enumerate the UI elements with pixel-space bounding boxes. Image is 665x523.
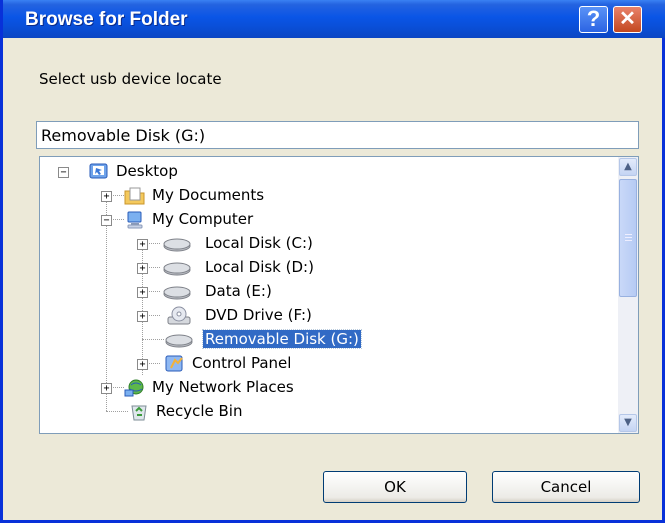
thumb-grip xyxy=(625,240,632,241)
desktop-icon xyxy=(89,163,108,179)
cancel-button[interactable]: Cancel xyxy=(492,471,640,503)
control-panel-icon xyxy=(165,355,183,372)
tree-item-label: My Network Places xyxy=(152,378,294,396)
folder-path-input[interactable] xyxy=(36,121,639,149)
help-button[interactable]: ? xyxy=(579,6,608,33)
scroll-up-button[interactable]: ▲ xyxy=(619,158,637,176)
hard-drive-icon xyxy=(163,286,191,300)
tree-item-my-documents[interactable]: + My Documents xyxy=(96,185,356,209)
title-bar[interactable]: Browse for Folder ? ✕ xyxy=(3,0,665,38)
tree-item-desktop[interactable]: − Desktop xyxy=(58,161,258,185)
tree-item-data-e[interactable]: + Data (E:) xyxy=(132,281,392,305)
expand-toggle[interactable]: + xyxy=(137,359,148,370)
dialog-prompt: Select usb device locate xyxy=(39,70,222,88)
ok-button[interactable]: OK xyxy=(323,471,467,503)
tree-item-dvd-drive-f[interactable]: + DVD Drive (F:) xyxy=(132,305,392,329)
network-places-icon xyxy=(124,379,144,397)
tree-item-label: Recycle Bin xyxy=(156,402,243,420)
collapse-toggle[interactable]: − xyxy=(101,215,112,226)
close-button[interactable]: ✕ xyxy=(613,6,642,33)
expand-toggle[interactable]: + xyxy=(101,191,112,202)
tree-item-control-panel[interactable]: + Control Panel xyxy=(132,353,392,377)
tree-item-removable-disk-g[interactable]: Removable Disk (G:) xyxy=(132,329,432,353)
tree-item-label: DVD Drive (F:) xyxy=(205,306,312,324)
thumb-grip xyxy=(625,237,632,238)
tree-item-label: Local Disk (D:) xyxy=(205,258,314,276)
recycle-bin-icon xyxy=(131,405,147,421)
tree-item-label: Desktop xyxy=(116,162,178,180)
scroll-down-button[interactable]: ▼ xyxy=(619,414,637,432)
tree-item-recycle-bin[interactable]: Recycle Bin xyxy=(96,401,356,425)
folder-tree[interactable]: − Desktop + My Documents − My Computer +… xyxy=(39,156,639,434)
tree-item-label: Removable Disk (G:) xyxy=(202,329,362,349)
expand-toggle[interactable]: + xyxy=(137,263,148,274)
expand-toggle[interactable]: + xyxy=(137,239,148,250)
dvd-drive-icon xyxy=(167,306,191,325)
hard-drive-icon xyxy=(163,238,191,252)
thumb-grip xyxy=(625,234,632,235)
browse-for-folder-dialog: Browse for Folder ? ✕ Select usb device … xyxy=(0,0,665,523)
expand-toggle[interactable]: + xyxy=(137,287,148,298)
vertical-scrollbar[interactable]: ▲ ▼ xyxy=(618,157,638,433)
removable-disk-icon xyxy=(165,334,193,348)
collapse-toggle[interactable]: − xyxy=(58,167,69,178)
tree-item-label: Control Panel xyxy=(192,354,292,372)
tree-item-label: Data (E:) xyxy=(205,282,272,300)
tree-item-label: My Computer xyxy=(152,210,254,228)
tree-item-my-network-places[interactable]: + My Network Places xyxy=(96,377,396,401)
scroll-thumb[interactable] xyxy=(619,179,637,297)
window-title: Browse for Folder xyxy=(25,9,188,30)
tree-item-label: Local Disk (C:) xyxy=(205,234,313,252)
hard-drive-icon xyxy=(163,262,191,276)
tree-item-local-disk-d[interactable]: + Local Disk (D:) xyxy=(132,257,392,281)
expand-toggle[interactable]: + xyxy=(137,311,148,322)
tree-item-local-disk-c[interactable]: + Local Disk (C:) xyxy=(132,233,392,257)
tree-item-label: My Documents xyxy=(152,186,265,204)
my-documents-icon xyxy=(124,187,145,205)
expand-toggle[interactable]: + xyxy=(101,383,112,394)
my-computer-icon xyxy=(127,211,143,229)
tree-item-my-computer[interactable]: − My Computer xyxy=(96,209,356,233)
